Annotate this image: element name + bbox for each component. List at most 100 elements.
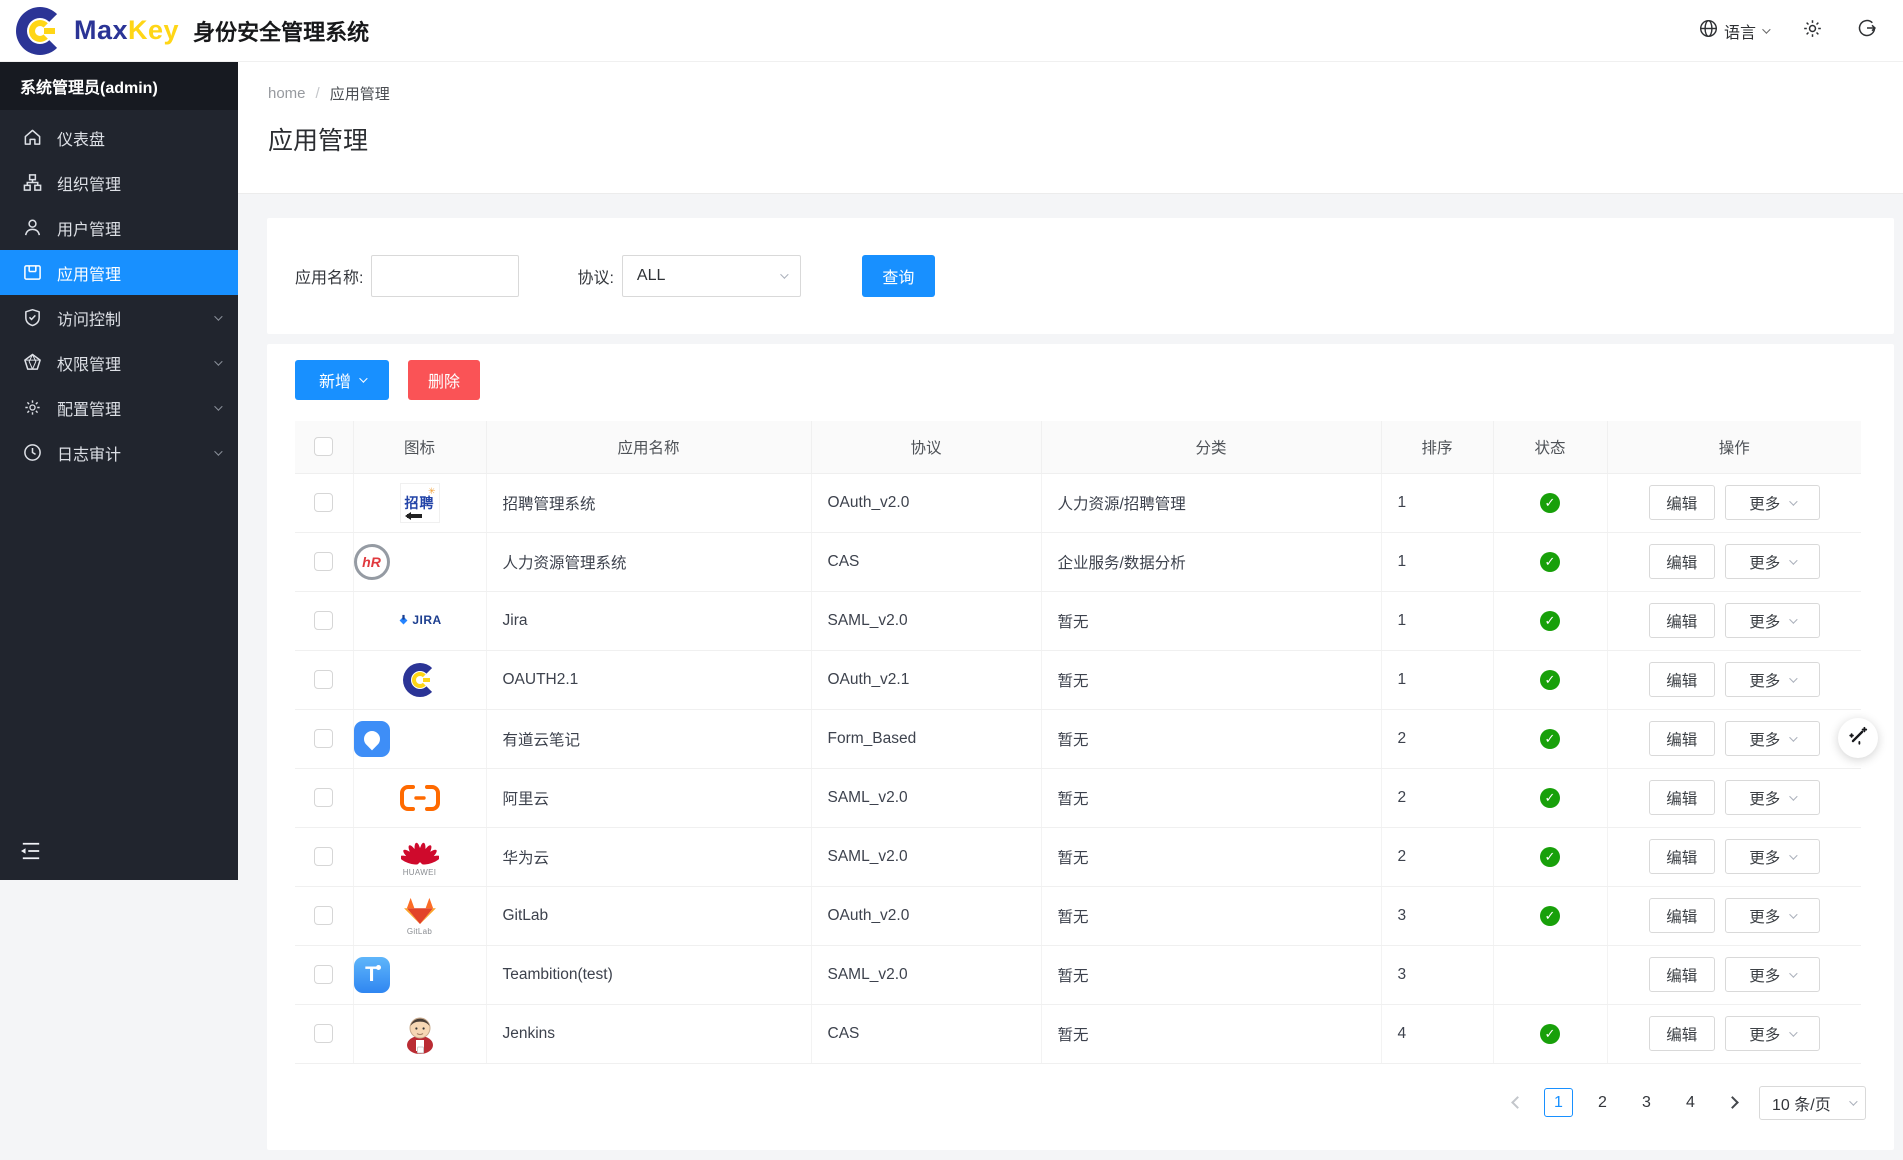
- page-size-select[interactable]: 10 条/页: [1759, 1086, 1866, 1120]
- logout-button[interactable]: [1857, 18, 1877, 43]
- sidebar-item-1[interactable]: 组织管理: [0, 160, 238, 205]
- edit-button[interactable]: 编辑: [1649, 780, 1715, 815]
- row-checkbox[interactable]: [314, 965, 333, 984]
- sidebar-item-4[interactable]: 访问控制: [0, 295, 238, 340]
- table-row: GitLab GitLab OAuth_v2.0 暂无 3 ✓ 编辑 更多: [295, 886, 1861, 945]
- edit-button[interactable]: 编辑: [1649, 721, 1715, 756]
- app-icon-cell: [353, 709, 486, 768]
- sort-cell: 1: [1381, 473, 1493, 532]
- more-button[interactable]: 更多: [1725, 485, 1820, 520]
- row-checkbox[interactable]: [314, 552, 333, 571]
- app-icon-cell: [353, 1004, 486, 1063]
- status-cell: ✓: [1493, 827, 1607, 886]
- category-cell: 暂无: [1041, 945, 1381, 1004]
- more-button[interactable]: 更多: [1725, 780, 1820, 815]
- language-menu[interactable]: 语言: [1699, 19, 1768, 43]
- select-all-header: [295, 421, 353, 473]
- select-all-checkbox[interactable]: [314, 437, 333, 456]
- sidebar-item-label: 用户管理: [57, 216, 121, 240]
- app-name-cell: 有道云笔记: [486, 709, 811, 768]
- row-checkbox[interactable]: [314, 788, 333, 807]
- row-checkbox[interactable]: [314, 611, 333, 630]
- sidebar-user-label: 系统管理员(admin): [0, 62, 238, 110]
- status-enabled-icon: ✓: [1540, 788, 1560, 808]
- jenkins-app-icon: [403, 1025, 437, 1042]
- delete-button[interactable]: 删除: [408, 360, 480, 400]
- protocol-cell: OAuth_v2.0: [811, 473, 1041, 532]
- language-label: 语言: [1724, 19, 1756, 43]
- sidebar-collapse-button[interactable]: [20, 841, 42, 866]
- more-button[interactable]: 更多: [1725, 957, 1820, 992]
- page-number-1[interactable]: 1: [1544, 1088, 1573, 1117]
- page-number-4[interactable]: 4: [1676, 1088, 1705, 1117]
- row-checkbox[interactable]: [314, 493, 333, 512]
- more-button[interactable]: 更多: [1725, 839, 1820, 874]
- more-button[interactable]: 更多: [1725, 898, 1820, 933]
- page-number-2[interactable]: 2: [1588, 1088, 1617, 1117]
- sidebar-item-7[interactable]: 日志审计: [0, 430, 238, 475]
- more-button[interactable]: 更多: [1725, 662, 1820, 697]
- category-cell: 暂无: [1041, 886, 1381, 945]
- gem-icon: [22, 353, 42, 373]
- edit-button[interactable]: 编辑: [1649, 1016, 1715, 1051]
- logout-icon: [1857, 18, 1877, 43]
- page-number-3[interactable]: 3: [1632, 1088, 1661, 1117]
- edit-button[interactable]: 编辑: [1649, 839, 1715, 874]
- protocol-cell: SAML_v2.0: [811, 768, 1041, 827]
- teambition-app-icon: T: [354, 957, 486, 993]
- chevron-down-icon: [1789, 910, 1797, 918]
- row-checkbox[interactable]: [314, 906, 333, 925]
- status-enabled-icon: ✓: [1540, 611, 1560, 631]
- sidebar-item-6[interactable]: 配置管理: [0, 385, 238, 430]
- edit-button[interactable]: 编辑: [1649, 662, 1715, 697]
- theme-customizer-button[interactable]: [1838, 718, 1878, 758]
- edit-button[interactable]: 编辑: [1649, 544, 1715, 579]
- app-icon-cell: T: [353, 945, 486, 1004]
- category-cell: 暂无: [1041, 709, 1381, 768]
- app-icon-cell: [353, 768, 486, 827]
- settings-button[interactable]: [1802, 18, 1823, 44]
- edit-button[interactable]: 编辑: [1649, 603, 1715, 638]
- row-checkbox[interactable]: [314, 670, 333, 689]
- more-button[interactable]: 更多: [1725, 1016, 1820, 1051]
- sidebar-item-5[interactable]: 权限管理: [0, 340, 238, 385]
- chevron-down-icon: [1789, 497, 1797, 505]
- more-button[interactable]: 更多: [1725, 603, 1820, 638]
- more-button[interactable]: 更多: [1725, 544, 1820, 579]
- row-checkbox[interactable]: [314, 1024, 333, 1043]
- row-checkbox[interactable]: [314, 847, 333, 866]
- table-row: hR 人力资源管理系统 CAS 企业服务/数据分析 1 ✓ 编辑 更多: [295, 532, 1861, 591]
- page-header: home / 应用管理 应用管理: [238, 62, 1903, 194]
- query-button[interactable]: 查询: [862, 255, 935, 297]
- edit-button[interactable]: 编辑: [1649, 485, 1715, 520]
- status-cell: ✓: [1493, 1004, 1607, 1063]
- status-cell: ✓: [1493, 473, 1607, 532]
- protocol-select-value: ALL: [637, 267, 665, 285]
- category-cell: 暂无: [1041, 827, 1381, 886]
- sidebar-item-0[interactable]: 仪表盘: [0, 115, 238, 160]
- table-row: T Teambition(test) SAML_v2.0 暂无 3 编辑 更多: [295, 945, 1861, 1004]
- sidebar-item-2[interactable]: 用户管理: [0, 205, 238, 250]
- row-checkbox[interactable]: [314, 729, 333, 748]
- sort-cell: 4: [1381, 1004, 1493, 1063]
- chevron-down-icon: [1789, 556, 1797, 564]
- breadcrumb-separator: /: [316, 85, 320, 102]
- breadcrumb-home-link[interactable]: home: [268, 85, 306, 102]
- aliyun-app-icon: [399, 789, 441, 806]
- add-button[interactable]: 新增: [295, 360, 389, 400]
- prev-page-button[interactable]: [1505, 1089, 1529, 1117]
- status-cell: ✓: [1493, 768, 1607, 827]
- column-header: 应用名称: [486, 421, 811, 473]
- gear-icon: [1802, 18, 1823, 44]
- protocol-select[interactable]: ALL: [622, 255, 801, 297]
- app-name-input[interactable]: [371, 255, 519, 297]
- status-cell: ✓: [1493, 709, 1607, 768]
- app-name-cell: GitLab: [486, 886, 811, 945]
- more-button[interactable]: 更多: [1725, 721, 1820, 756]
- edit-button[interactable]: 编辑: [1649, 957, 1715, 992]
- category-cell: 暂无: [1041, 768, 1381, 827]
- sidebar-item-3[interactable]: 应用管理: [0, 250, 238, 295]
- edit-button[interactable]: 编辑: [1649, 898, 1715, 933]
- next-page-button[interactable]: [1720, 1089, 1744, 1117]
- table-row: HUAWEI 华为云 SAML_v2.0 暂无 2 ✓ 编辑 更多: [295, 827, 1861, 886]
